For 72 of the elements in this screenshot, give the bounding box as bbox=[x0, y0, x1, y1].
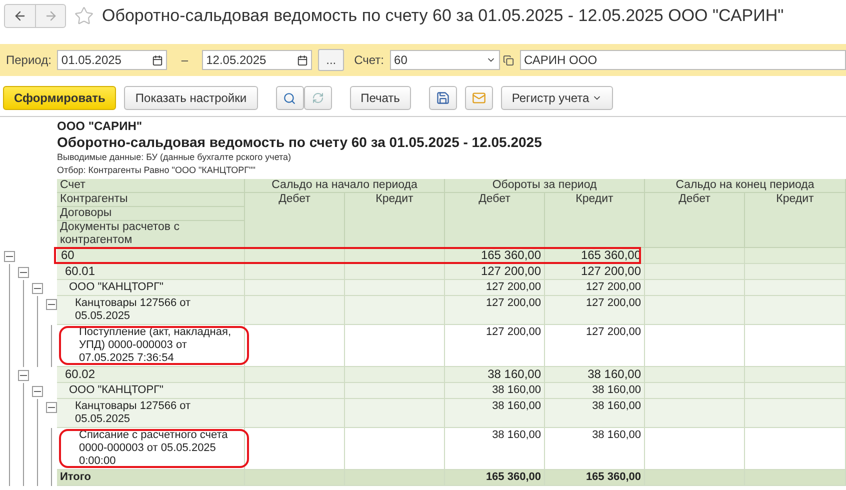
date-to-field[interactable]: 12.05.2025 bbox=[202, 50, 312, 70]
debit-cell: 38 160,00 bbox=[445, 399, 545, 428]
credit-cell: 38 160,00 bbox=[545, 383, 645, 399]
collapse-icon[interactable] bbox=[32, 386, 42, 397]
account-cell: Канцтовары 127566 от 05.05.2025 bbox=[57, 399, 245, 428]
credit-cell: 127 200,00 bbox=[545, 325, 645, 367]
column-header: Дебет bbox=[445, 193, 545, 248]
organization-field[interactable]: САРИН ООО bbox=[520, 50, 846, 70]
search-button[interactable] bbox=[276, 86, 304, 110]
debit-cell: 38 160,00 bbox=[445, 428, 545, 470]
period-label: Период: bbox=[6, 53, 52, 67]
account-cell: ООО "КАНЦТОРГ" bbox=[57, 280, 245, 296]
forward-arrow-icon bbox=[44, 9, 58, 23]
collapse-icon[interactable] bbox=[32, 283, 42, 294]
star-icon[interactable] bbox=[74, 6, 94, 26]
total-label: Итого bbox=[57, 470, 245, 486]
debit-cell: 38 160,00 bbox=[445, 383, 545, 399]
debit-cell: 127 200,00 bbox=[445, 264, 545, 280]
credit-cell: 38 160,00 bbox=[545, 367, 645, 383]
collapse-icon[interactable] bbox=[18, 267, 28, 278]
credit-cell: 38 160,00 bbox=[545, 428, 645, 470]
filter-note: Отбор: Контрагенты Равно "ООО "КАНЦТОРГ"" bbox=[57, 164, 256, 177]
dash-label: – bbox=[181, 53, 188, 67]
column-header: Дебет bbox=[645, 193, 745, 248]
calendar-icon[interactable] bbox=[152, 54, 164, 66]
save-icon bbox=[436, 91, 450, 105]
debit-cell: 127 200,00 bbox=[445, 280, 545, 296]
credit-cell: 38 160,00 bbox=[545, 399, 645, 428]
collapse-icon[interactable] bbox=[4, 251, 14, 262]
save-button[interactable] bbox=[428, 86, 457, 110]
account-cell: ООО "КАНЦТОРГ" bbox=[57, 383, 245, 399]
output-data-note: Выводимые данные: БУ (данные бухгалте рского учета) bbox=[57, 151, 292, 164]
organization-name: ООО "САРИН" bbox=[57, 118, 144, 133]
credit-cell: 127 200,00 bbox=[545, 264, 645, 280]
account-cell: Канцтовары 127566 от 05.05.2025 bbox=[57, 296, 245, 325]
credit-cell: 127 200,00 bbox=[545, 280, 645, 296]
row-header: Счет bbox=[57, 179, 245, 193]
register-button[interactable]: Регистр учета bbox=[500, 86, 614, 110]
collapse-icon[interactable] bbox=[18, 370, 28, 381]
print-button[interactable]: Печать bbox=[350, 86, 411, 110]
column-header: Кредит bbox=[345, 193, 445, 248]
account-cell: 60.02 bbox=[57, 367, 245, 383]
collapse-icon[interactable] bbox=[46, 402, 56, 413]
row-header: Договоры bbox=[57, 207, 245, 221]
column-header: Дебет bbox=[245, 193, 345, 248]
column-header: Кредит bbox=[545, 193, 645, 248]
debit-cell: 127 200,00 bbox=[445, 296, 545, 325]
account-cell: 60.01 bbox=[57, 264, 245, 280]
group-header: Обороты за период bbox=[445, 179, 645, 193]
row-header: Контрагенты bbox=[57, 193, 245, 207]
date-from-field[interactable]: 01.05.2025 bbox=[57, 50, 168, 70]
row-header: Документы расчетов с контрагентом bbox=[57, 221, 245, 248]
group-header: Сальдо на начало периода bbox=[245, 179, 445, 193]
credit-cell: 127 200,00 bbox=[545, 296, 645, 325]
account-field[interactable]: 60 bbox=[390, 50, 500, 70]
group-header: Сальдо на конец периода bbox=[645, 179, 846, 193]
account-label: Счет: bbox=[354, 53, 384, 67]
refresh-icon bbox=[312, 92, 324, 104]
total-credit-cell: 165 360,00 bbox=[545, 470, 645, 486]
debit-cell: 38 160,00 bbox=[445, 367, 545, 383]
show-settings-button[interactable]: Показать настройки bbox=[124, 86, 258, 110]
window-title: Оборотно-сальдовая ведомость по счету 60 за 01.05.2025 - 12.05.2025 ООО "САРИН" bbox=[102, 6, 784, 26]
total-debit-cell: 165 360,00 bbox=[445, 470, 545, 486]
envelope-icon bbox=[472, 91, 486, 105]
report-title: Оборотно-сальдовая ведомость по счету 60 за 01.05.2025 - 12.05.2025 bbox=[57, 133, 543, 151]
calendar-icon[interactable] bbox=[297, 54, 308, 66]
column-header: Кредит bbox=[745, 193, 846, 248]
debit-cell: 127 200,00 bbox=[445, 325, 545, 367]
period-picker-button[interactable]: ... bbox=[318, 49, 344, 71]
search-icon bbox=[283, 92, 296, 104]
generate-button[interactable]: Сформировать bbox=[3, 86, 116, 110]
collapse-icon[interactable] bbox=[46, 299, 56, 310]
